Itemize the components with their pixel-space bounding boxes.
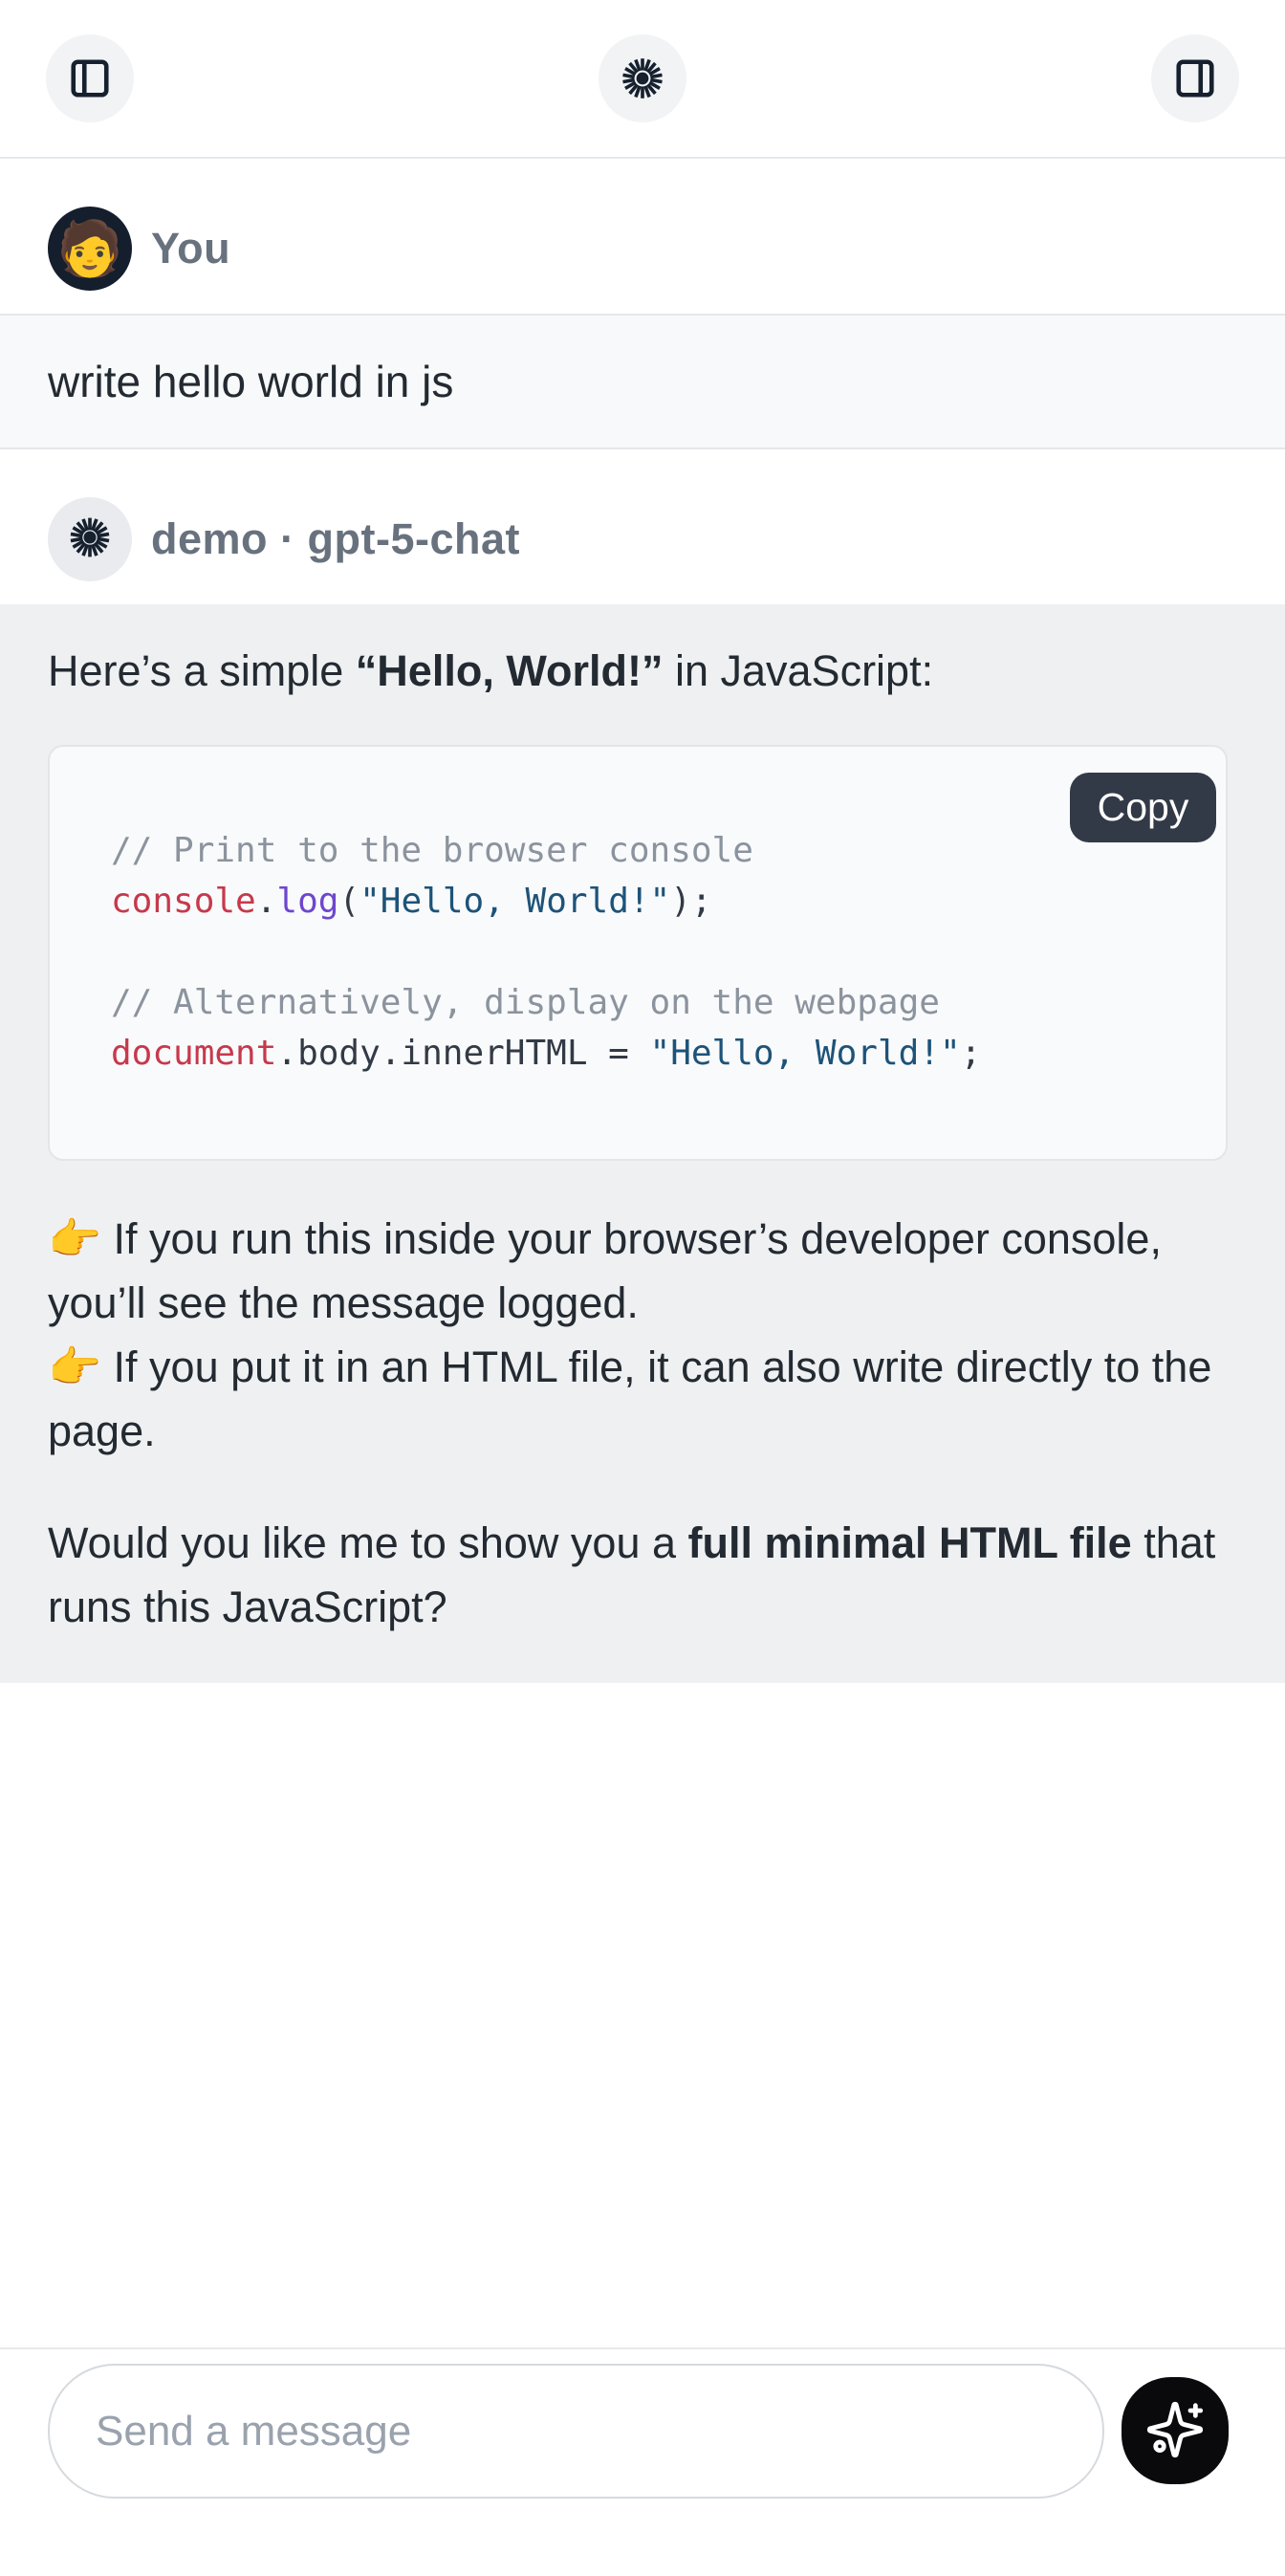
code-content: // Print to the browser console console.… [50,747,1226,1159]
assistant-intro: Here’s a simple “Hello, World!” in JavaS… [48,639,1237,703]
user-sender-label: You [151,224,230,273]
intro-text: in JavaScript: [663,646,933,695]
user-message-text: write hello world in js [48,359,1237,404]
assistant-tips: 👉 If you run this inside your browser’s … [48,1207,1237,1463]
assistant-sender-label: demo · gpt-5-chat [151,514,520,564]
panel-toggle-button[interactable] [1151,34,1239,122]
assistant-avatar [48,497,132,581]
user-avatar: 🧑 [48,207,132,291]
sidebar-toggle-button[interactable] [46,34,134,122]
question-text: Would you like me to show you a [48,1518,688,1567]
tip-line: 👉 If you put it in an HTML file, it can … [48,1343,1211,1455]
model-logo-button[interactable] [599,34,686,122]
user-message-body: write hello world in js [0,314,1285,449]
intro-bold-text: “Hello, World!” [356,646,664,695]
assistant-message: demo · gpt-5-chat Here’s a simple “Hello… [0,449,1285,1683]
panel-left-icon [68,56,112,100]
assistant-question: Would you like me to show you a full min… [48,1511,1237,1639]
code-block: Copy // Print to the browser console con… [48,745,1228,1161]
question-bold-text: full minimal HTML file [688,1518,1132,1567]
send-button[interactable] [1122,2377,1229,2484]
panel-right-icon [1173,56,1217,100]
user-message-header: 🧑 You [0,159,1285,314]
person-emoji-icon: 🧑 [56,222,123,275]
chat-thread: 🧑 You write hello world in js [0,159,1285,1683]
assistant-message-body: Here’s a simple “Hello, World!” in JavaS… [0,604,1285,1683]
message-input[interactable] [48,2364,1104,2499]
composer [0,2347,1285,2576]
top-bar [0,0,1285,159]
chat-app: 🧑 You write hello world in js [0,0,1285,2576]
intro-text: Here’s a simple [48,646,356,695]
copy-button[interactable]: Copy [1070,773,1216,842]
user-message: 🧑 You write hello world in js [0,159,1285,449]
sparkles-icon [1144,2399,1206,2463]
tip-line: 👉 If you run this inside your browser’s … [48,1214,1162,1327]
starburst-icon [620,55,665,101]
assistant-message-header: demo · gpt-5-chat [0,449,1285,604]
starburst-icon [68,515,112,564]
